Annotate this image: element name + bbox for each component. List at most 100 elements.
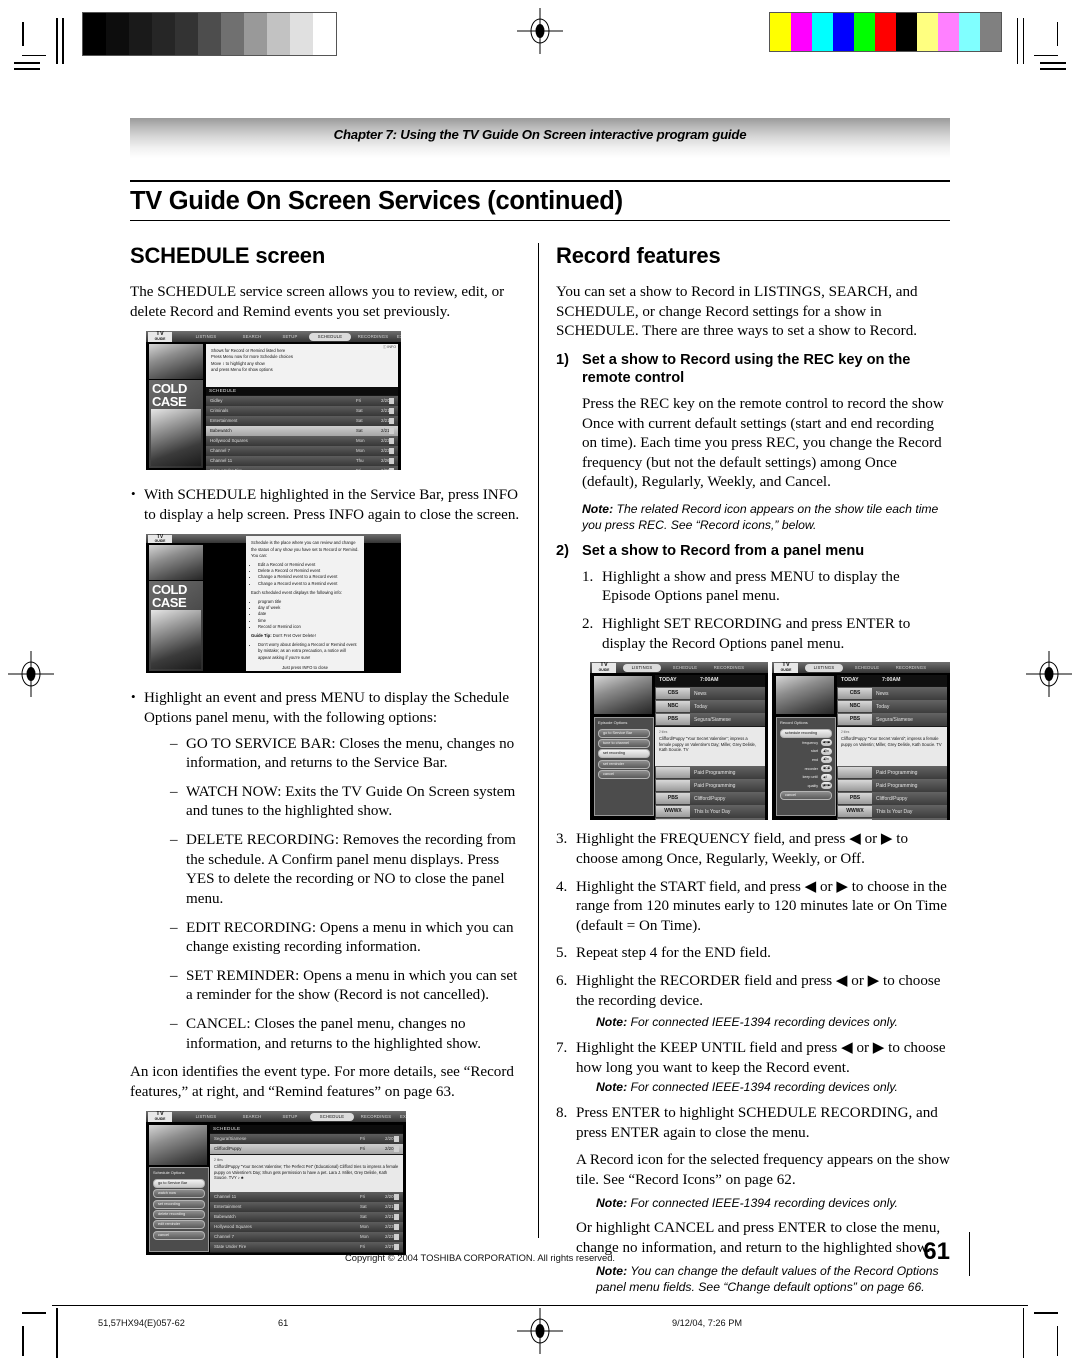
record-substep-b-2-number: 5. xyxy=(556,945,568,962)
schedule-option-3: EDIT RECORDING: Opens a menu in which yo… xyxy=(170,919,520,958)
record-field-quality[interactable]: qualitygood xyxy=(780,782,832,790)
service-bar-item-listings[interactable]: LISTINGS xyxy=(184,333,228,341)
figure-record-options: TV GUIDE LISTINGS SCHEDULE RECORDINGS Rec… xyxy=(772,662,950,821)
record-field-frequency[interactable]: frequencyonce xyxy=(780,739,832,747)
record-field-keep-until[interactable]: keep untilI delete xyxy=(780,773,832,788)
schedule-row[interactable]: State Under FireFri2/275:00am xyxy=(206,466,398,471)
record-substep-b-2-text: Repeat step 4 for the END field. xyxy=(576,945,771,962)
listings-row[interactable]: PBS Segura/Siamese xyxy=(655,713,765,728)
tv-guide-logo-icon-5: TV GUIDE xyxy=(774,662,798,674)
record-step7-text: Highlight the KEEP UNTIL field and press… xyxy=(576,1040,946,1076)
service-bar-3-item-extras[interactable]: EXTRAS xyxy=(394,1113,406,1121)
episode-options-button-4[interactable]: cancel xyxy=(598,770,650,780)
episode-options-button-0[interactable]: go to Service Bar xyxy=(598,728,650,738)
channel-logo: PBS xyxy=(656,714,690,726)
service-bar-item-recordings[interactable]: RECORDINGS xyxy=(353,333,393,341)
service-bar-3-item-search[interactable]: SEARCH xyxy=(234,1113,270,1121)
row-title: Hollywood Squares xyxy=(214,1224,252,1230)
row-date: 2/20 xyxy=(385,1194,394,1200)
listings-row[interactable]: Paid Programming xyxy=(655,766,765,781)
service-bar-3-item-schedule[interactable]: SCHEDULE xyxy=(310,1112,354,1121)
today-label-4: TODAY xyxy=(659,677,677,684)
service-bar-3-item-recordings[interactable]: RECORDINGS xyxy=(356,1113,396,1121)
channel-logo xyxy=(656,767,690,779)
crop-mark-bottom-right-inner xyxy=(1014,1308,1024,1358)
schedule-options-button-5[interactable]: cancel xyxy=(153,1230,205,1240)
schedule-options-button-2[interactable]: set recording xyxy=(153,1199,205,1209)
service-bar-4-item-schedule[interactable]: SCHEDULE xyxy=(666,664,704,672)
row-date: 2/21 xyxy=(385,1204,394,1210)
help-overlay-can-list: Edit a Record or Remind eventDelete a Re… xyxy=(251,562,359,587)
crop-mark-bottom-left xyxy=(22,1312,56,1356)
episode-options-button-2[interactable]: set recording xyxy=(598,749,650,759)
service-bar-5-item-schedule[interactable]: SCHEDULE xyxy=(848,664,886,672)
service-bar-item-search[interactable]: SEARCH xyxy=(234,333,270,341)
episode-options-button-1[interactable]: tune to channel xyxy=(598,739,650,749)
service-bar-5-item-listings[interactable]: LISTINGS xyxy=(805,663,843,672)
schedule-options-button-0[interactable]: go to Service Bar xyxy=(153,1178,205,1188)
listings-row[interactable]: PBS Clifford/Puppy xyxy=(655,792,765,807)
record-field-recorder[interactable]: recorderVCR xyxy=(780,765,832,773)
program-title: Today xyxy=(694,703,708,710)
service-bar-item-extras[interactable]: EXTRAS xyxy=(391,333,401,341)
listings-row[interactable]: PBS Segura/Siamese xyxy=(837,713,947,728)
schedule-option-1: WATCH NOW: Exits the TV Guide On Screen … xyxy=(170,783,520,822)
service-bar-4-item-recordings[interactable]: RECORDINGS xyxy=(708,664,750,672)
record-icon xyxy=(389,418,394,425)
record-icon xyxy=(394,1146,399,1153)
row-day: Fri xyxy=(356,466,361,470)
record-cancel-button[interactable]: cancel xyxy=(780,790,832,800)
help-overlay-tip-title: Don't Fret Over Delete! xyxy=(271,633,316,639)
help-overlay-close: Just press INFO to close xyxy=(282,664,328,670)
episode-options-button-3[interactable]: set reminder xyxy=(598,759,650,769)
row-date: 2/23 xyxy=(385,1224,394,1230)
schedule-row[interactable]: Clifford/PuppyFri2/207:30am xyxy=(210,1144,403,1156)
service-bar-3-item-setup[interactable]: SETUP xyxy=(274,1113,306,1121)
listings-row[interactable]: WNCYLocal Weather xyxy=(837,818,947,821)
record-substep-b-1: 4. Highlight the START field, and press ◀… xyxy=(556,878,950,937)
record-field-value-3[interactable]: VCR xyxy=(821,765,832,773)
listings-row[interactable]: WWWX This Is Your Day xyxy=(837,805,947,820)
record-field-label-4: keep until xyxy=(802,775,818,780)
record-icon xyxy=(394,1234,399,1241)
listings-row[interactable]: NBC Today xyxy=(837,700,947,715)
service-bar-item-schedule[interactable]: SCHEDULE xyxy=(309,332,351,341)
service-bar-5-item-recordings[interactable]: RECORDINGS xyxy=(890,664,932,672)
record-field-label-3: recorder xyxy=(804,766,818,771)
program-title: Today xyxy=(876,703,890,710)
record-icon xyxy=(394,1194,399,1201)
listings-row[interactable]: PBS Clifford/Puppy xyxy=(837,792,947,807)
listings-row[interactable]: CBS News xyxy=(655,687,765,702)
listings-row[interactable]: Paid Programming xyxy=(655,779,765,794)
listings-row[interactable]: WWWX This Is Your Day xyxy=(655,805,765,820)
listings-row[interactable]: NBC Today xyxy=(655,700,765,715)
record-substep-a-1-text: Highlight SET RECORDING and press ENTER … xyxy=(602,616,911,652)
row-title: Criminals xyxy=(210,408,229,414)
listings-row[interactable]: CBS News xyxy=(837,687,947,702)
row-date: 2/21 xyxy=(385,1214,394,1220)
record-field-value-2[interactable]: On time xyxy=(821,756,832,770)
record-field-value-4[interactable]: I delete xyxy=(821,773,832,788)
program-title: Paid Programming xyxy=(876,782,918,789)
record-field-end[interactable]: endOn time xyxy=(780,756,832,770)
crop-mark-bottom-right xyxy=(1024,1312,1058,1356)
schedule-options-button-3[interactable]: delete recording xyxy=(153,1209,205,1219)
video-preview-3 xyxy=(149,1125,207,1166)
record-field-start[interactable]: startOn time xyxy=(780,747,832,762)
listings-row[interactable]: Paid Programming xyxy=(837,779,947,794)
video-preview-4 xyxy=(594,676,652,715)
schedule-recording-button[interactable]: schedule recording xyxy=(780,728,832,738)
service-bar-4-item-listings[interactable]: LISTINGS xyxy=(623,663,661,672)
row-title: State Under Fire xyxy=(214,1244,247,1250)
row-day: Fri xyxy=(360,1146,366,1152)
service-bar-3-item-listings[interactable]: LISTINGS xyxy=(184,1113,228,1121)
schedule-list-header-3: SCHEDULE xyxy=(210,1125,403,1134)
schedule-options-button-1[interactable]: watch now xyxy=(153,1189,205,1199)
schedule-options-button-4[interactable]: edit reminder xyxy=(153,1220,205,1230)
record-field-value-5[interactable]: good xyxy=(821,782,832,790)
record-field-value-1[interactable]: On time xyxy=(821,747,832,762)
listings-row[interactable]: Paid Programming xyxy=(837,766,947,781)
service-bar-item-setup[interactable]: SETUP xyxy=(274,333,306,341)
record-field-value-0[interactable]: once xyxy=(821,739,832,747)
listings-row[interactable]: WNCYLocal Weather xyxy=(655,818,765,821)
